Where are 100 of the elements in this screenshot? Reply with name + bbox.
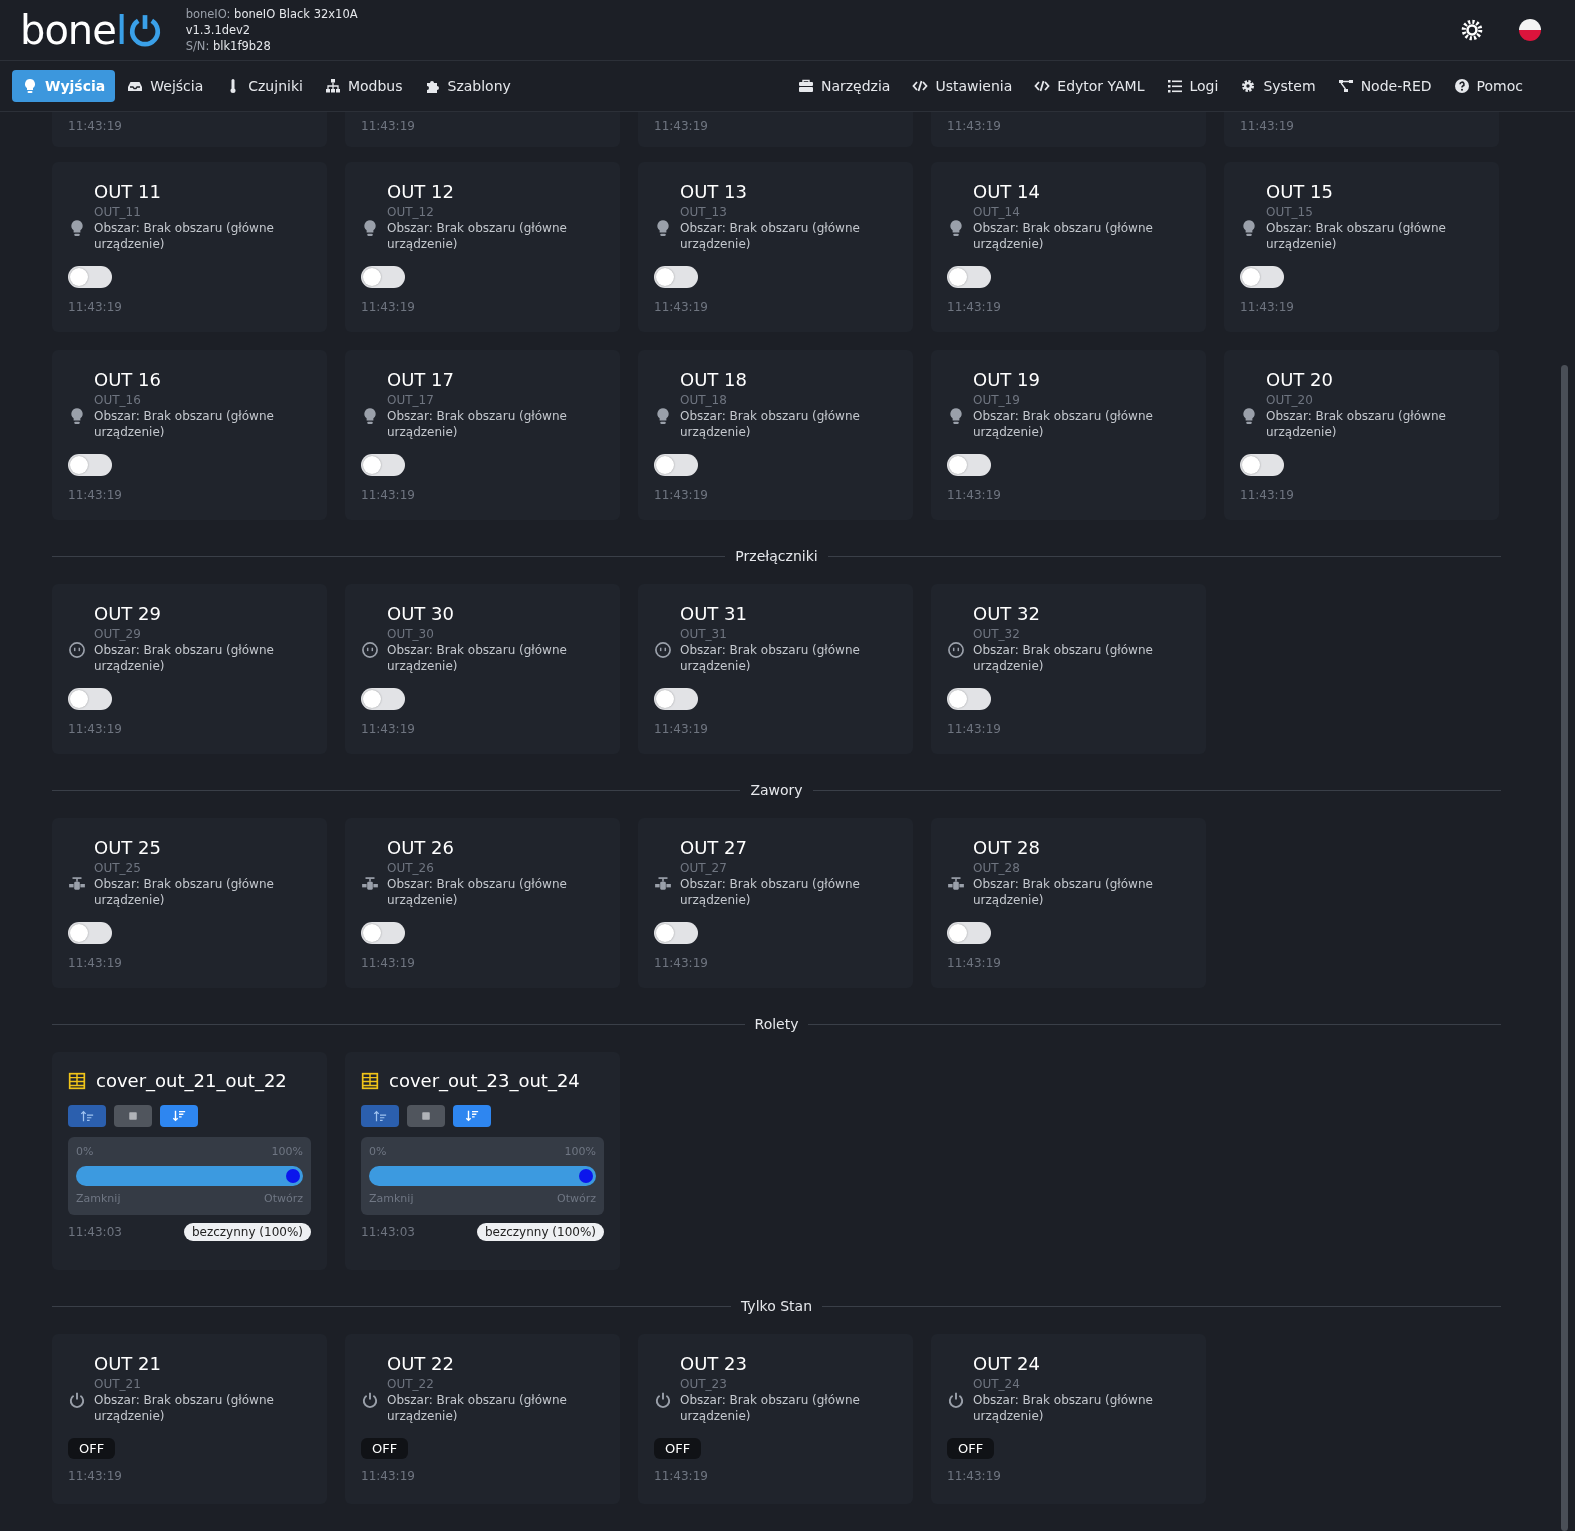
nav-tab[interactable]: Ustawienia (902, 70, 1023, 102)
slider-thumb[interactable] (579, 1169, 593, 1183)
toggle-switch[interactable] (1240, 454, 1284, 476)
output-id: OUT_21 (94, 1376, 142, 1392)
toolbox-icon (797, 78, 814, 94)
timestamp: 11:43:19 (654, 119, 708, 133)
close-label: Zamknij (369, 1192, 414, 1205)
toggle-switch[interactable] (68, 922, 112, 944)
nav-tab[interactable]: Szablony (414, 70, 521, 102)
nav-tab[interactable]: Czujniki (215, 70, 313, 102)
output-name: OUT 11 (94, 180, 162, 204)
toggle-switch[interactable] (361, 454, 405, 476)
area-text: Obszar: Brak obszaru (główne urządzenie) (387, 1392, 567, 1424)
nav-tab[interactable]: Narzędzia (787, 70, 901, 102)
nav-tab[interactable]: Wejścia (117, 70, 214, 102)
toggle-switch[interactable] (947, 922, 991, 944)
output-id: OUT_23 (680, 1376, 728, 1392)
toggle-switch[interactable] (654, 688, 698, 710)
output-name: OUT 17 (387, 368, 455, 392)
toggle-switch[interactable] (654, 922, 698, 944)
output-id: OUT_27 (680, 860, 728, 876)
timestamp: 11:43:19 (654, 488, 709, 502)
scrollbar-thumb[interactable] (1561, 365, 1568, 1531)
nav-tab[interactable]: Logi (1156, 70, 1229, 102)
valve-icon (947, 875, 965, 893)
nav-tab[interactable]: Edytor YAML (1024, 70, 1155, 102)
valve-icon (361, 875, 379, 893)
output-id: OUT_15 (1266, 204, 1314, 220)
toggle-switch[interactable] (947, 688, 991, 710)
bulb-icon (68, 219, 86, 237)
toggle-switch[interactable] (654, 266, 698, 288)
section-heading: Tylko Stan (741, 1298, 812, 1314)
arrow-down-icon (172, 1109, 186, 1123)
bulb-icon (1240, 219, 1258, 237)
position-slider[interactable] (369, 1166, 596, 1186)
status-pill: bezczynny (100%) (476, 1223, 604, 1241)
open-button[interactable] (68, 1105, 106, 1127)
area-text: Obszar: Brak obszaru (główne urządzenie) (387, 876, 567, 908)
output-name: OUT 16 (94, 368, 162, 392)
output-id: OUT_24 (973, 1376, 1021, 1392)
bulb-icon (361, 219, 379, 237)
settings-icon (1240, 78, 1257, 94)
toggle-switch[interactable] (1240, 266, 1284, 288)
close-button[interactable] (160, 1105, 198, 1127)
output-name: OUT 29 (94, 602, 162, 626)
output-name: OUT 25 (94, 836, 162, 860)
toggle-switch[interactable] (68, 266, 112, 288)
power-icon (654, 1391, 672, 1409)
toggle-switch[interactable] (68, 688, 112, 710)
toggle-switch[interactable] (947, 454, 991, 476)
bulb-icon (654, 407, 672, 425)
power-icon (68, 1391, 86, 1409)
power-icon (947, 1391, 965, 1409)
theme-toggle-icon[interactable] (1461, 19, 1483, 41)
timestamp: 11:43:03 (361, 1225, 415, 1239)
position-slider[interactable] (76, 1166, 303, 1186)
area-text: Obszar: Brak obszaru (główne urządzenie) (387, 220, 567, 252)
output-name: OUT 22 (387, 1352, 455, 1376)
output-id: OUT_25 (94, 860, 142, 876)
network-icon (324, 78, 341, 94)
output-id: OUT_12 (387, 204, 435, 220)
open-button[interactable] (361, 1105, 399, 1127)
serial-number: S/N: blk1f9b28 (185, 38, 272, 54)
flag-icon[interactable] (1519, 19, 1541, 41)
slider-max-label: 100% (271, 1145, 303, 1158)
slider-thumb[interactable] (286, 1169, 300, 1183)
nav-tab[interactable]: Node-RED (1327, 70, 1442, 102)
bulb-icon (22, 78, 38, 94)
area-text: Obszar: Brak obszaru (główne urządzenie) (94, 408, 274, 440)
toggle-switch[interactable] (654, 454, 698, 476)
help-icon (1453, 78, 1470, 94)
toggle-switch[interactable] (361, 266, 405, 288)
blinds-icon (68, 1071, 86, 1090)
output-id: OUT_30 (387, 626, 435, 642)
arrow-down-icon (465, 1109, 479, 1123)
section-heading: Zawory (750, 782, 803, 798)
nav-tab[interactable]: System (1230, 70, 1326, 102)
stop-button[interactable] (407, 1105, 445, 1127)
close-button[interactable] (453, 1105, 491, 1127)
device-name: boneIO: boneIO Black 32x10A (185, 6, 358, 22)
output-id: OUT_13 (680, 204, 728, 220)
toggle-switch[interactable] (361, 688, 405, 710)
toggle-switch[interactable] (68, 454, 112, 476)
timestamp: 11:43:19 (947, 119, 1001, 133)
toggle-switch[interactable] (947, 266, 991, 288)
stop-button[interactable] (114, 1105, 152, 1127)
output-id: OUT_18 (680, 392, 728, 408)
close-label: Zamknij (76, 1192, 121, 1205)
nav-tab[interactable]: Modbus (314, 70, 413, 102)
timestamp: 11:43:19 (68, 119, 122, 133)
timestamp: 11:43:19 (654, 300, 709, 314)
cover-name: cover_out_21_out_22 (96, 1070, 287, 1091)
outlet-icon (947, 641, 965, 659)
nav-tab[interactable]: Pomoc (1443, 70, 1533, 102)
timestamp: 11:43:19 (361, 300, 416, 314)
stop-icon (420, 1110, 432, 1122)
output-id: OUT_32 (973, 626, 1021, 642)
toggle-switch[interactable] (361, 922, 405, 944)
output-name: OUT 19 (973, 368, 1041, 392)
timestamp: 11:43:19 (654, 1469, 709, 1483)
